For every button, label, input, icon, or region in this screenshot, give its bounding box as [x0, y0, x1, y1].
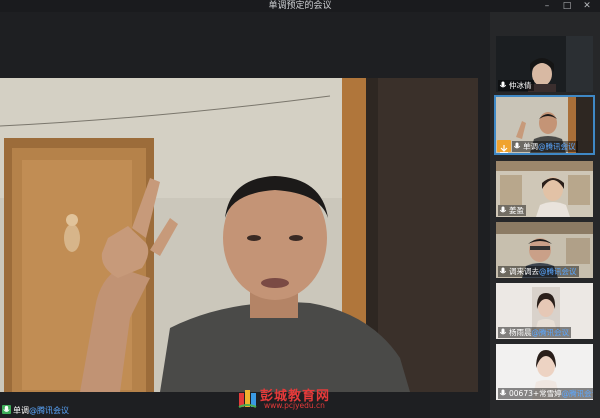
participant-app: @腾讯会议	[561, 389, 593, 398]
video-stage	[0, 34, 490, 418]
participant-name: 仲冰倩	[509, 81, 532, 90]
participant-panel: 仲冰倩 单调@腾讯会议 姜盈 调来调去@腾讯会议 杨雨晨@腾讯会议 00673+…	[490, 12, 600, 418]
participant-tile[interactable]: 仲冰倩	[496, 36, 593, 92]
participant-name: 姜盈	[509, 206, 524, 215]
main-speaker-name: 单调	[13, 406, 29, 415]
books-logo-icon	[238, 390, 257, 408]
camera-icon	[497, 140, 511, 153]
minimize-button[interactable]: –	[540, 0, 554, 12]
speaker-video-frame	[0, 78, 478, 392]
participant-label: 杨雨晨@腾讯会议	[498, 327, 571, 338]
participant-label: 单调@腾讯会议	[512, 141, 578, 152]
participant-name: 杨雨晨	[509, 328, 532, 337]
main-speaker-app: @腾讯会议	[29, 406, 69, 415]
participant-label: 仲冰倩	[498, 80, 534, 91]
participant-name: 单调	[523, 142, 538, 151]
participant-tile-active[interactable]: 单调@腾讯会议	[494, 95, 595, 155]
participant-tile[interactable]: 调来调去@腾讯会议	[496, 222, 593, 278]
site-watermark: 彭城教育网 www.pcjyedu.cn	[236, 385, 366, 413]
participant-name: 00673+常雪婷	[509, 389, 562, 398]
participant-tile[interactable]: 杨雨晨@腾讯会议	[496, 283, 593, 339]
window-title: 单调预定的会议	[268, 1, 332, 11]
participant-tile[interactable]: 姜盈	[496, 161, 593, 217]
participant-label: 姜盈	[498, 205, 526, 216]
microphone-icon	[513, 142, 521, 149]
microphone-icon	[499, 206, 507, 213]
participant-name: 调来调去	[509, 267, 539, 276]
title-bar: 单调预定的会议 – □ ✕	[0, 0, 600, 12]
top-area	[0, 12, 490, 34]
participant-app: @腾讯会议	[538, 142, 576, 151]
participant-app: @腾讯会议	[539, 267, 577, 276]
participant-tile[interactable]: 00673+常雪婷@腾讯会议	[496, 344, 593, 400]
participant-label: 00673+常雪婷@腾讯会议	[498, 388, 593, 399]
watermark-url: www.pcjyedu.cn	[264, 401, 325, 410]
maximize-button[interactable]: □	[560, 0, 574, 12]
participant-label: 调来调去@腾讯会议	[498, 266, 579, 277]
participant-app: @腾讯会议	[531, 328, 570, 337]
main-speaker-label: 单调@腾讯会议	[2, 404, 69, 417]
microphone-icon	[499, 81, 507, 88]
microphone-icon	[2, 405, 11, 414]
microphone-icon	[499, 328, 507, 335]
microphone-icon	[499, 267, 507, 274]
microphone-icon	[499, 389, 507, 396]
main-speaker-video[interactable]	[0, 78, 478, 392]
close-button[interactable]: ✕	[580, 0, 594, 12]
